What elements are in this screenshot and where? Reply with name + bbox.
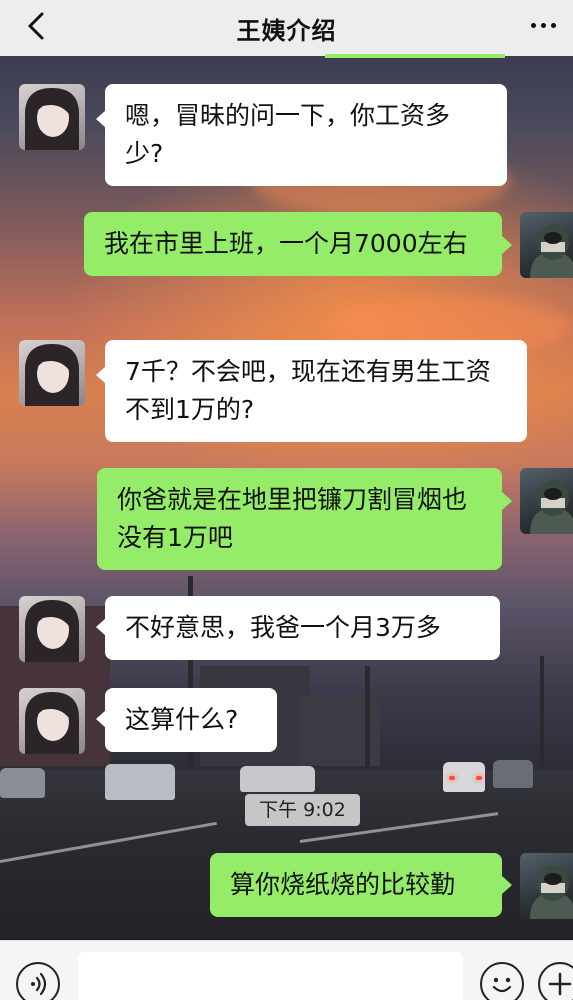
message-bubble[interactable]: 这算什么? [105, 688, 277, 752]
message-bubble[interactable]: 不好意思，我爸一个月3万多 [105, 596, 500, 660]
avatar-image [530, 865, 573, 919]
chat-header: 王姨介绍 [0, 0, 573, 56]
message-bubble[interactable]: 7千？不会吧，现在还有男生工资不到1万的? [105, 340, 527, 442]
avatar-image [25, 692, 79, 754]
my-avatar[interactable] [520, 853, 573, 919]
message-bubble[interactable]: 我在市里上班，一个月7000左右 [84, 212, 502, 276]
scroll-indicator [325, 54, 505, 58]
road-marking [0, 821, 217, 863]
avatar-image [530, 224, 573, 278]
more-options-button[interactable] [523, 10, 563, 40]
message-bubble[interactable]: 算你烧纸烧的比较勤 [210, 853, 502, 917]
voice-button[interactable] [16, 962, 60, 1000]
chat-title: 王姨介绍 [236, 16, 337, 45]
bubble-tail [502, 236, 512, 254]
contact-avatar[interactable] [19, 688, 85, 754]
message-bubble[interactable]: 你爸就是在地里把镰刀割冒烟也没有1万吧 [97, 468, 502, 570]
avatar-image [25, 600, 79, 662]
more-functions-button[interactable] [538, 962, 573, 1000]
avatar-image [530, 480, 573, 534]
contact-avatar[interactable] [19, 84, 85, 150]
message-input[interactable] [78, 952, 463, 1000]
street-lamp [540, 656, 544, 786]
message-timestamp: 下午 9:02 [245, 794, 360, 826]
car [0, 768, 45, 798]
tail-light [449, 776, 455, 780]
my-avatar[interactable] [520, 468, 573, 534]
emoji-button[interactable] [480, 962, 524, 1000]
car [240, 766, 315, 792]
chevron-left-icon [28, 12, 44, 40]
contact-avatar[interactable] [19, 340, 85, 406]
plus-icon [548, 972, 572, 996]
utility-pole [365, 666, 370, 786]
message-bubble[interactable]: 嗯，冒昧的问一下，你工资多少? [105, 84, 507, 186]
avatar-image [25, 88, 79, 150]
avatar-image [25, 344, 79, 406]
back-button[interactable] [20, 6, 56, 46]
car [105, 764, 175, 800]
voice-icon [31, 972, 47, 996]
more-dots-icon [530, 22, 536, 28]
bubble-tail [502, 492, 512, 510]
more-dot [550, 22, 556, 28]
car [493, 760, 533, 788]
bubble-tail [502, 876, 512, 894]
tail-light [476, 776, 482, 780]
more-dot [540, 22, 546, 28]
my-avatar[interactable] [520, 212, 573, 278]
contact-avatar[interactable] [19, 596, 85, 662]
emoji-icon [492, 977, 512, 993]
